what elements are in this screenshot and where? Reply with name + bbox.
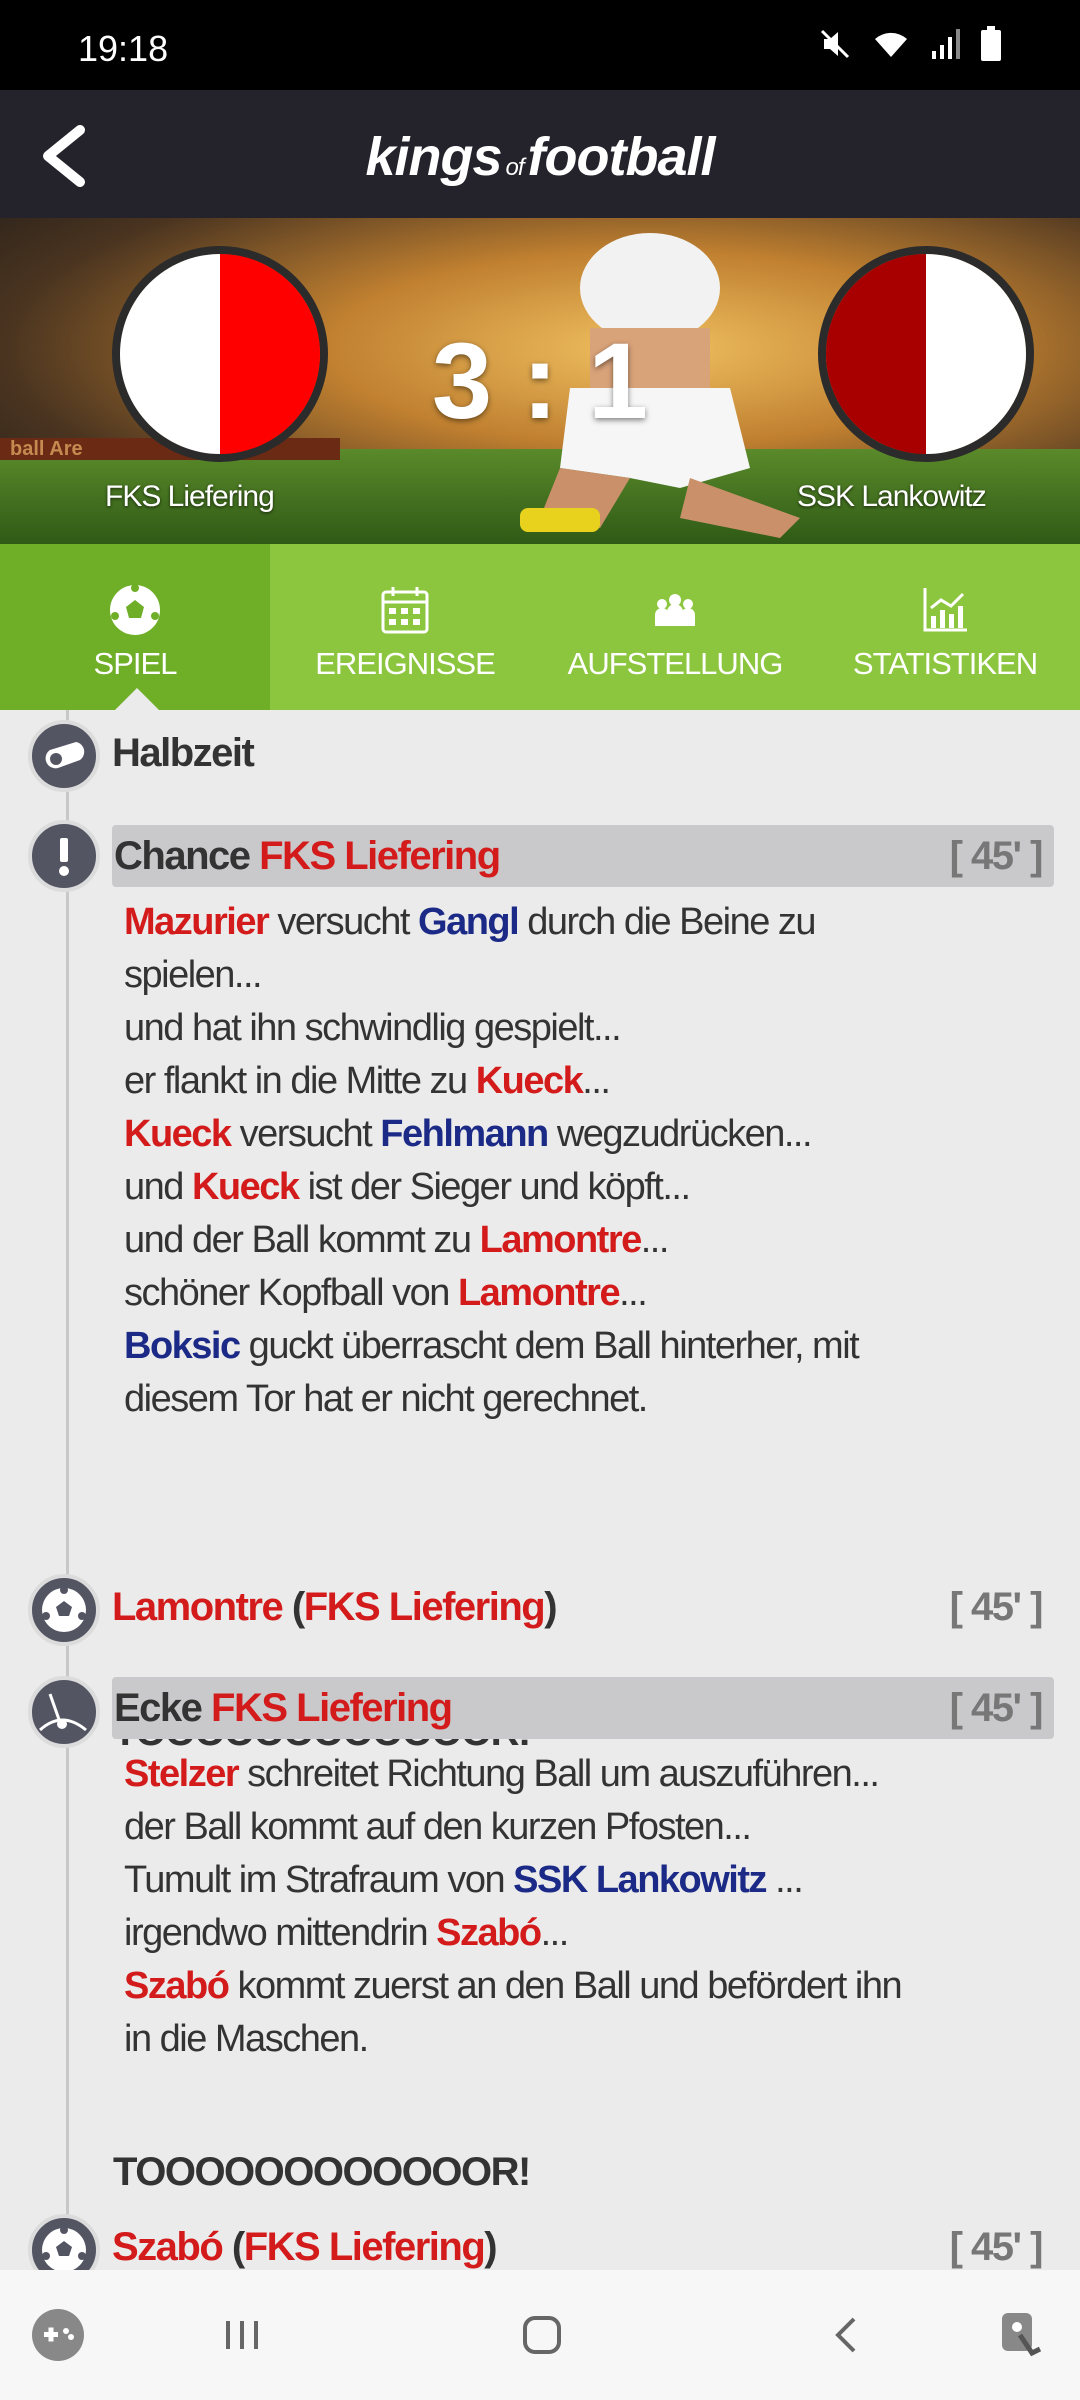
event-corner-header: Ecke FKS Liefering [ 45' ] xyxy=(112,1677,1054,1739)
event-corner-commentary: Stelzer schreitet Richtung Ball um auszu… xyxy=(124,1748,1040,2066)
tab-ereignisse[interactable]: EREIGNISSE xyxy=(270,544,540,710)
tab-label: EREIGNISSE xyxy=(315,646,496,681)
commentary-line: Stelzer schreitet Richtung Ball um auszu… xyxy=(124,1753,880,1795)
home-player-name: Szabó xyxy=(436,1912,542,1954)
event-minute: [ 45' ] xyxy=(949,834,1044,878)
commentary-line: Kueck versucht Fehlmann wegzudrücken... xyxy=(124,1113,813,1155)
home-icon[interactable] xyxy=(512,2305,572,2365)
status-icons xyxy=(818,26,1002,62)
home-player-name: Lamontre xyxy=(457,1272,621,1314)
tab-aufstellung[interactable]: AUFSTELLUNG xyxy=(540,544,810,710)
home-player-name: Mazurier xyxy=(124,901,270,943)
commentary-line: und hat ihn schwindlig gespielt... xyxy=(124,1007,622,1049)
commentary-line: der Ball kommt auf den kurzen Pfosten... xyxy=(124,1806,752,1848)
timeline-line xyxy=(66,710,69,2270)
app-bar: kings offootball xyxy=(0,90,1080,218)
accessibility-icon[interactable] xyxy=(990,2305,1050,2365)
event-chance-commentary: Mazurier versucht Gangl durch die Beine … xyxy=(124,896,1040,1426)
soccer-ball-icon xyxy=(110,584,160,635)
away-player-name: Gangl xyxy=(418,901,520,943)
home-player-name: Szabó xyxy=(124,1965,230,2007)
goal-shout: TOOOOOOOOOOOOR! xyxy=(113,2150,531,2194)
calendar-icon xyxy=(381,587,429,634)
soccer-ball-icon xyxy=(28,2214,100,2270)
commentary-line: Tumult im Strafraum von SSK Lankowitz ..… xyxy=(124,1859,804,1901)
match-tabs: SPIEL EREIGNISSE AUFSTELLUNG STATISTIKEN xyxy=(0,544,1080,710)
commentary-line: in die Maschen. xyxy=(124,2018,369,2060)
match-header: ball Are 3 : 1 FKS Liefering SSK Lankowi… xyxy=(0,218,1080,544)
mute-icon xyxy=(820,29,850,59)
tab-label: AUFSTELLUNG xyxy=(567,646,784,681)
event-chance-header: Chance FKS Liefering [ 45' ] xyxy=(112,825,1054,887)
event-goal-1: Lamontre (FKS Liefering) [ 45' ] xyxy=(112,1576,1054,1638)
whistle-icon xyxy=(28,720,100,792)
match-score: 3 : 1 xyxy=(431,320,649,441)
event-minute: [ 45' ] xyxy=(949,1686,1044,1730)
exclamation-icon xyxy=(28,820,100,892)
recent-apps-icon[interactable] xyxy=(212,2305,272,2365)
commentary-line: diesem Tor hat er nicht gerechnet. xyxy=(124,1378,648,1420)
chart-icon xyxy=(923,588,967,632)
commentary-line: schöner Kopfball von Lamontre... xyxy=(124,1272,648,1314)
match-ticker: Halbzeit Chance FKS Liefering [ 45' ] Ma… xyxy=(0,710,1080,2270)
home-player-name: Lamontre xyxy=(479,1219,643,1261)
away-player-name: Boksic xyxy=(124,1325,241,1367)
status-time: 19:18 xyxy=(78,28,169,69)
home-player-name: Kueck xyxy=(124,1113,232,1155)
active-tab-indicator xyxy=(115,688,159,710)
away-team-name: SSK Lankowitz xyxy=(797,480,987,513)
commentary-line: und der Ball kommt zu Lamontre... xyxy=(124,1219,669,1261)
wifi-icon xyxy=(875,32,907,57)
corner-flag-icon xyxy=(28,1676,100,1748)
event-goal-2: Szabó (FKS Liefering) [ 45' ] xyxy=(112,2216,1054,2270)
home-player-name: Kueck xyxy=(191,1166,300,1208)
commentary-line: Szabó kommt zuerst an den Ball und beför… xyxy=(124,1965,903,2007)
home-team-name: FKS Liefering xyxy=(105,480,275,513)
tab-label: SPIEL xyxy=(93,646,178,681)
commentary-line: Mazurier versucht Gangl durch die Beine … xyxy=(124,901,817,943)
home-player-name: Kueck xyxy=(475,1060,584,1102)
team-icon xyxy=(655,594,695,626)
commentary-line: er flankt in die Mitte zu Kueck... xyxy=(124,1060,611,1102)
commentary-line: Boksic guckt überrascht dem Ball hinterh… xyxy=(124,1325,860,1367)
system-back-icon[interactable] xyxy=(816,2305,876,2365)
commentary-line: spielen... xyxy=(124,954,263,996)
game-launcher-icon[interactable] xyxy=(28,2305,88,2365)
commentary-line: irgendwo mittendrin Szabó... xyxy=(124,1912,569,1954)
battery-icon xyxy=(981,26,1001,61)
event-minute: [ 45' ] xyxy=(949,1585,1044,1629)
home-player-name: Stelzer xyxy=(124,1753,240,1795)
event-halftime: Halbzeit xyxy=(112,731,255,775)
system-nav-bar xyxy=(0,2270,1080,2400)
status-bar: 19:18 xyxy=(0,0,1080,90)
soccer-ball-icon xyxy=(28,1574,100,1646)
signal-icon xyxy=(932,29,960,59)
away-player-name: SSK Lankowitz xyxy=(513,1859,767,1901)
away-player-name: Fehlmann xyxy=(380,1113,549,1155)
event-minute: [ 45' ] xyxy=(949,2225,1044,2269)
commentary-line: und Kueck ist der Sieger und köpft... xyxy=(124,1166,691,1208)
app-logo: kings offootball xyxy=(365,127,715,187)
tab-statistiken[interactable]: STATISTIKEN xyxy=(810,544,1080,710)
tab-label: STATISTIKEN xyxy=(852,646,1038,681)
tab-spiel[interactable]: SPIEL xyxy=(0,544,270,710)
